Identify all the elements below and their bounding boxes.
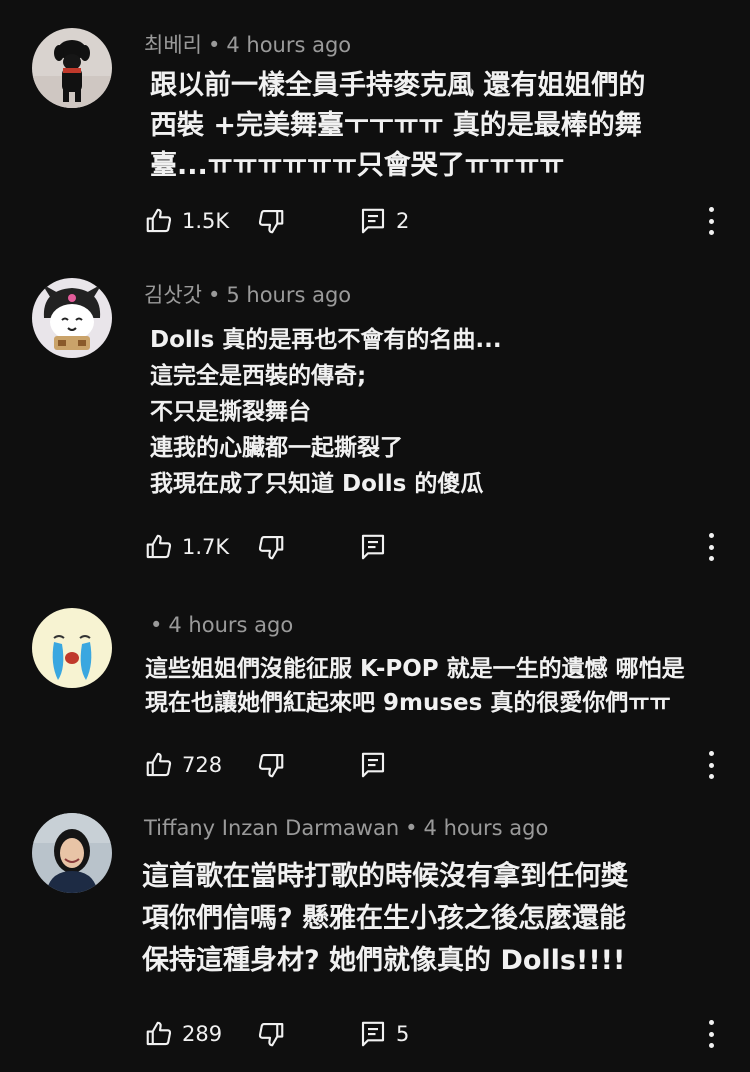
author-name[interactable]: 최베리: [144, 33, 202, 57]
thumbs-down-icon: [258, 535, 284, 560]
dislike-button[interactable]: [256, 1018, 286, 1050]
crying-face-avatar: [32, 608, 112, 688]
comment-time: 4 hours ago: [423, 816, 549, 840]
avatar[interactable]: [32, 813, 112, 893]
avatar[interactable]: [32, 28, 112, 108]
reply-button[interactable]: [358, 749, 388, 781]
thumbs-down-icon: [258, 1022, 284, 1047]
reply-count: 5: [396, 1022, 410, 1046]
reply-button[interactable]: 5: [358, 1018, 409, 1050]
author-name[interactable]: 김삿갓: [144, 283, 202, 307]
author-name[interactable]: Tiffany Inzan Darmawan: [144, 816, 399, 840]
comment-meta: 김삿갓 • 5 hours ago: [144, 283, 352, 307]
comment-actions: 1.5K 2: [144, 205, 744, 237]
thumbs-up-icon: [146, 1021, 172, 1046]
dislike-button[interactable]: [256, 749, 286, 781]
reply-count: 2: [396, 209, 410, 233]
comment-time: 5 hours ago: [226, 283, 352, 307]
comment-time: 4 hours ago: [168, 613, 294, 637]
like-button[interactable]: 289: [144, 1018, 222, 1050]
reply-icon: [361, 1021, 385, 1047]
comment-text: 這首歌在當時打歌的時候沒有拿到任何獎 項你們信嗎? 懸雅在生小孩之後怎麼還能 保…: [142, 861, 628, 976]
more-vertical-icon[interactable]: [704, 1020, 718, 1048]
reply-icon: [361, 208, 385, 234]
comment-meta: Tiffany Inzan Darmawan • 4 hours ago: [144, 816, 549, 840]
like-button[interactable]: 728: [144, 749, 222, 781]
avatar[interactable]: [32, 278, 112, 358]
comment-text: 這些姐姐們沒能征服 K-POP 就是一生的遺憾 哪怕是 現在也讓她們紅起來吧 9…: [145, 656, 685, 716]
comment-time: 4 hours ago: [226, 33, 352, 57]
comment-meta: 최베리 • 4 hours ago: [144, 33, 352, 57]
like-count: 1.7K: [182, 535, 230, 559]
kuromi-avatar: [32, 278, 112, 358]
reply-button[interactable]: [358, 531, 388, 563]
avatar[interactable]: [32, 608, 112, 688]
like-count: 1.5K: [182, 209, 230, 233]
like-count: 289: [182, 1022, 223, 1046]
comment-text: 跟以前一樣全員手持麥克風 還有姐姐們的 西裝 +完美舞臺ㅜㅜㅠㅠ 真的是最棒的舞…: [150, 70, 646, 181]
thumbs-down-icon: [258, 209, 284, 234]
comment-actions: 1.7K: [144, 531, 744, 563]
thumbs-up-icon: [146, 534, 172, 559]
reply-icon: [361, 534, 385, 560]
like-button[interactable]: 1.7K: [144, 531, 229, 563]
dislike-button[interactable]: [256, 531, 286, 563]
woman-photo-avatar: [32, 813, 112, 893]
thumbs-up-icon: [146, 208, 172, 233]
more-vertical-icon[interactable]: [704, 751, 718, 779]
more-vertical-icon[interactable]: [704, 533, 718, 561]
thumbs-up-icon: [146, 752, 172, 777]
thumbs-down-icon: [258, 753, 284, 778]
like-button[interactable]: 1.5K: [144, 205, 229, 237]
reply-button[interactable]: 2: [358, 205, 409, 237]
comment-meta: • 4 hours ago: [150, 613, 294, 637]
dislike-button[interactable]: [256, 205, 286, 237]
dog-photo-avatar: [32, 28, 112, 108]
reply-icon: [361, 752, 385, 778]
comment-text: Dolls 真的是再也不會有的名曲... 這完全是西裝的傳奇; 不只是撕裂舞台 …: [150, 327, 502, 497]
comment-actions: 728: [144, 749, 744, 781]
comment-actions: 289 5: [144, 1018, 744, 1050]
more-vertical-icon[interactable]: [704, 207, 718, 235]
like-count: 728: [182, 753, 223, 777]
